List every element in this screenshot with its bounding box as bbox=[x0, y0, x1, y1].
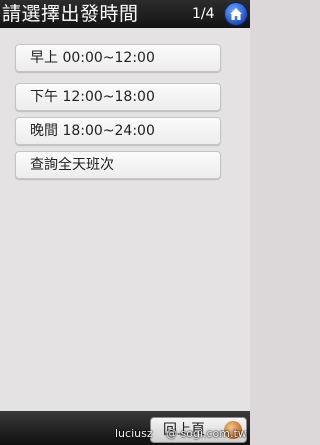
option-evening-button[interactable]: 晚間 18:00~24:00 bbox=[15, 117, 221, 145]
watermark-user: luciusz bbox=[115, 427, 153, 440]
options-panel: 早上 00:00~12:00 下午 12:00~18:00 晚間 18:00~2… bbox=[0, 28, 250, 411]
page-title: 請選擇出發時間 bbox=[2, 3, 139, 25]
option-full-day-button[interactable]: 查詢全天班次 bbox=[15, 151, 221, 179]
home-button[interactable] bbox=[224, 2, 248, 26]
home-icon bbox=[230, 8, 242, 20]
option-afternoon-button[interactable]: 下午 12:00~18:00 bbox=[15, 83, 221, 111]
page-indicator: 1/4 bbox=[192, 6, 215, 22]
watermark-site: @ sogi.com.tw bbox=[166, 427, 247, 440]
title-bar: 請選擇出發時間 1/4 bbox=[0, 0, 250, 28]
option-morning-button[interactable]: 早上 00:00~12:00 bbox=[15, 44, 221, 72]
